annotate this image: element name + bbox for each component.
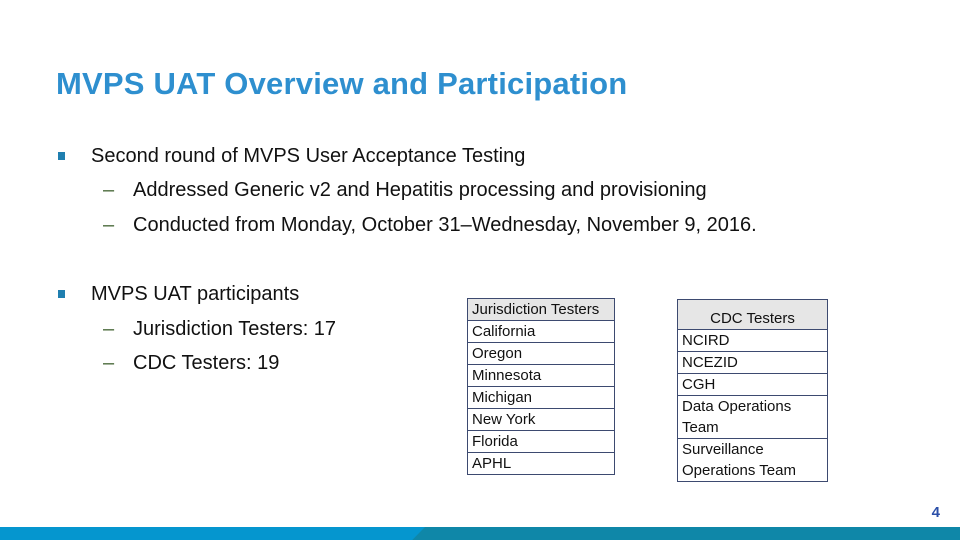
dash-icon: – [103, 352, 115, 374]
sub-bullet-text: Addressed Generic v2 and Hepatitis proce… [133, 179, 707, 201]
bullet-text: MVPS UAT participants [91, 283, 300, 305]
table-row: New York [467, 408, 615, 431]
table-cell: CGH [677, 373, 828, 396]
bullet-marker-icon [58, 290, 65, 298]
table-cell: NCEZID [677, 351, 828, 374]
table-row: Data Operations Team [677, 395, 828, 439]
sub-bullet: – Conducted from Monday, October 31–Wedne… [103, 214, 757, 237]
table-header: CDC Testers [677, 299, 828, 330]
table-row: Oregon [467, 342, 615, 365]
bullet-text: Second round of MVPS User Acceptance Tes… [91, 145, 526, 167]
table-row: NCIRD [677, 329, 828, 352]
sub-bullet: – Addressed Generic v2 and Hepatitis proc… [103, 179, 707, 202]
slide-title: MVPS UAT Overview and Participation [56, 66, 628, 101]
table-cell: APHL [467, 452, 615, 475]
table-row: NCEZID [677, 351, 828, 374]
table-row: California [467, 320, 615, 343]
table-row: Minnesota [467, 364, 615, 387]
sub-bullet-text: Jurisdiction Testers: 17 [133, 318, 337, 340]
cdc-testers-table: CDC Testers NCIRD NCEZID CGH Data Operat… [677, 299, 828, 482]
sub-bullet: – Jurisdiction Testers: 17 [103, 318, 336, 341]
sub-bullet-text: Conducted from Monday, October 31–Wednes… [133, 214, 757, 236]
page-number: 4 [931, 504, 940, 521]
dash-icon: – [103, 214, 115, 236]
sub-bullet: – CDC Testers: 19 [103, 352, 279, 375]
table-cell: Michigan [467, 386, 615, 409]
sub-bullet-text: CDC Testers: 19 [133, 352, 280, 374]
footer-bar-accent [0, 527, 425, 540]
table-cell: Oregon [467, 342, 615, 365]
dash-icon: – [103, 179, 115, 201]
table-row: CGH [677, 373, 828, 396]
table-row: APHL [467, 452, 615, 475]
table-cell: Data Operations Team [677, 395, 828, 439]
table-row: Florida [467, 430, 615, 453]
table-row: Surveillance Operations Team [677, 438, 828, 482]
table-cell: California [467, 320, 615, 343]
bullet-marker-icon [58, 152, 65, 160]
dash-icon: – [103, 318, 115, 340]
table-row: Michigan [467, 386, 615, 409]
table-cell: Surveillance Operations Team [677, 438, 828, 482]
jurisdiction-testers-table: Jurisdiction Testers California Oregon M… [467, 298, 615, 475]
table-cell: New York [467, 408, 615, 431]
table-header: Jurisdiction Testers [467, 298, 615, 321]
table-cell: Minnesota [467, 364, 615, 387]
table-cell: Florida [467, 430, 615, 453]
table-cell: NCIRD [677, 329, 828, 352]
